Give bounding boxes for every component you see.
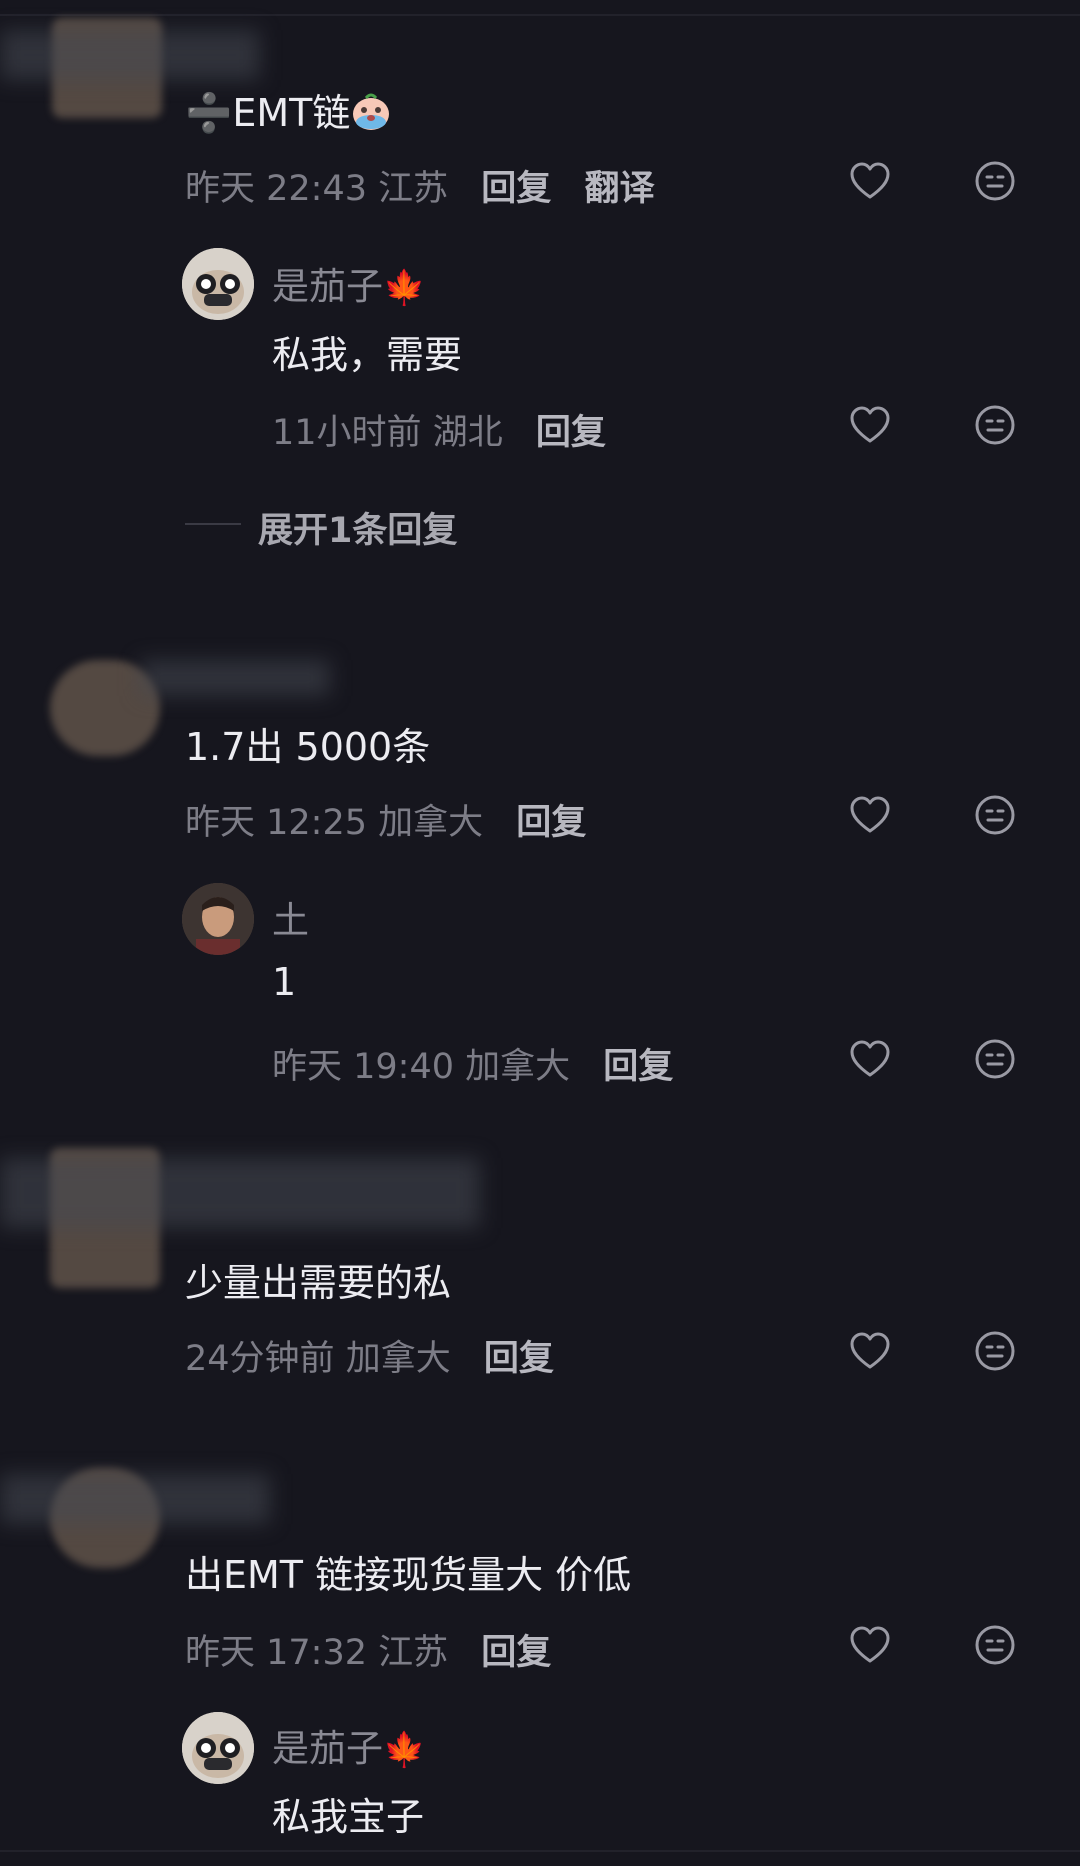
neutral-face-icon[interactable]	[972, 1622, 1018, 1668]
comment-time: 昨天 22:43	[185, 169, 367, 209]
blurred-username	[0, 1474, 270, 1524]
expand-replies-button[interactable]: 展开1条回复	[258, 502, 457, 553]
reply-text: 1	[272, 960, 297, 1004]
reply-meta: 昨天 19:40 加拿大 回复	[272, 1038, 673, 1089]
avatar[interactable]	[182, 883, 254, 955]
comment-text: 少量出需要的私	[185, 1261, 452, 1305]
heart-outline-icon[interactable]	[847, 158, 893, 204]
comment-time: 昨天 17:32	[185, 1633, 367, 1673]
blurred-username	[140, 660, 330, 696]
reply-location: 加拿大	[465, 1047, 571, 1087]
reply-text: 私我，需要	[272, 333, 463, 377]
crying-face-emoji-icon	[350, 92, 392, 132]
blurred-username	[0, 1158, 480, 1228]
heart-outline-icon[interactable]	[847, 402, 893, 448]
reply-text: 私我宝子	[272, 1795, 425, 1839]
comment-meta: 昨天 17:32 江苏 回复	[185, 1624, 551, 1675]
avatar[interactable]	[182, 1712, 254, 1784]
maple-leaf-emoji: 🍁	[383, 268, 426, 308]
neutral-face-icon[interactable]	[972, 1036, 1018, 1082]
heart-outline-icon[interactable]	[847, 792, 893, 838]
maple-leaf-emoji: 🍁	[383, 1730, 426, 1770]
comment-location: 江苏	[378, 1633, 449, 1673]
reply-time: 昨天 19:40	[272, 1047, 454, 1087]
neutral-face-icon[interactable]	[972, 158, 1018, 204]
reply-button[interactable]: 回复	[481, 169, 551, 209]
heart-outline-icon[interactable]	[847, 1036, 893, 1082]
reply-button[interactable]: 回复	[484, 1339, 554, 1379]
reply-button[interactable]: 回复	[516, 803, 586, 843]
reply-button[interactable]: 回复	[536, 413, 606, 453]
comment-time: 昨天 12:25	[185, 803, 367, 843]
reply-username[interactable]: 土	[272, 890, 309, 944]
translate-button[interactable]: 翻译	[584, 169, 654, 209]
comment-meta: 24分钟前 加拿大 回复	[185, 1330, 554, 1381]
reply-time: 11小时前	[272, 413, 422, 453]
comment-text: 1.7出 5000条	[185, 725, 431, 769]
reply-username[interactable]: 是茄子🍁	[272, 1718, 425, 1772]
expand-divider	[185, 523, 241, 525]
neutral-face-icon[interactable]	[972, 1328, 1018, 1374]
blurred-username	[0, 30, 260, 80]
heart-outline-icon[interactable]	[847, 1622, 893, 1668]
comment-location: 加拿大	[378, 803, 484, 843]
reply-button[interactable]: 回复	[603, 1047, 673, 1087]
bottom-divider	[0, 1850, 1080, 1852]
top-divider	[0, 14, 1080, 16]
neutral-face-icon[interactable]	[972, 402, 1018, 448]
reply-location: 湖北	[432, 413, 503, 453]
comment-location: 江苏	[378, 169, 449, 209]
comment-meta: 昨天 12:25 加拿大 回复	[185, 794, 586, 845]
comment-text: 出EMT 链接现货量大 价低	[185, 1553, 632, 1597]
comment-time: 24分钟前	[185, 1339, 335, 1379]
reply-button[interactable]: 回复	[481, 1633, 551, 1673]
avatar[interactable]	[182, 248, 254, 320]
reply-username[interactable]: 是茄子🍁	[272, 256, 425, 310]
reply-meta: 11小时前 湖北 回复	[272, 404, 606, 455]
comment-meta: 昨天 22:43 江苏 回复 翻译	[185, 160, 654, 211]
comment-text: ➗EMT链	[185, 82, 392, 137]
neutral-face-icon[interactable]	[972, 792, 1018, 838]
comment-location: 加拿大	[345, 1339, 451, 1379]
heart-outline-icon[interactable]	[847, 1328, 893, 1374]
